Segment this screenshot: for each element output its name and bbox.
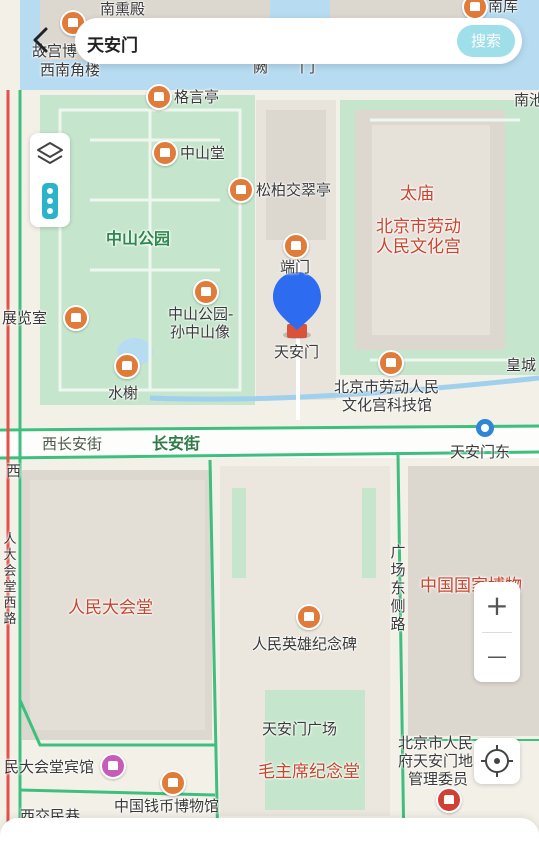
crosshair-icon — [481, 745, 513, 777]
poi-icon[interactable] — [100, 753, 126, 779]
bottom-sheet[interactable] — [0, 818, 539, 851]
search-input[interactable]: 天安门 — [87, 31, 138, 56]
map-label: 北京市劳动 — [376, 217, 461, 237]
poi-icon[interactable] — [63, 305, 89, 331]
back-icon[interactable] — [28, 26, 56, 54]
search-bar[interactable]: 天安门 搜索 — [75, 18, 522, 64]
map-label: 中山堂 — [180, 144, 226, 162]
traffic-icon[interactable] — [30, 179, 70, 225]
map-label: 展览室 — [2, 309, 48, 327]
poi-icon[interactable] — [152, 140, 178, 166]
poi-icon[interactable] — [283, 233, 309, 259]
map-label: 水榭 — [108, 384, 139, 402]
map-label: 松柏交翠亭 — [256, 181, 332, 199]
map-label: 人民大会堂 — [68, 598, 153, 618]
map-label: 端门 — [280, 258, 311, 276]
poi-icon[interactable] — [114, 353, 140, 379]
poi-icon[interactable] — [436, 787, 462, 813]
map-layer-control — [30, 133, 70, 227]
map-label: 民大会堂宾馆 — [4, 758, 95, 776]
poi-icon[interactable] — [193, 279, 219, 305]
map-label: 人大会堂西路 — [3, 532, 17, 627]
map-label: 中国钱币博物馆 — [114, 797, 220, 815]
map-label: 北京市人民 — [398, 734, 474, 752]
map-screen: 南熏殿 南库 故宫博 西南角楼 阙 门 南池 格言亭 中山堂 松柏交翠亭 太庙 … — [0, 0, 539, 851]
map-label: 中山公园 — [106, 229, 171, 248]
layers-icon[interactable] — [30, 133, 70, 179]
map-label: 西南角楼 — [40, 61, 101, 79]
poi-icon[interactable] — [160, 770, 186, 796]
zoom-control: + — — [474, 582, 520, 682]
map-label: 毛主席纪念堂 — [258, 762, 360, 782]
map-label: 格言亭 — [174, 88, 220, 106]
map-label: 天安门东 — [450, 443, 511, 461]
map-label: 西 — [6, 462, 22, 480]
map-label: 西长安街 — [42, 435, 103, 453]
map-label: 太庙 — [400, 184, 434, 204]
map-label: 文化宫科技馆 — [342, 396, 433, 414]
map-label: 南池 — [514, 91, 539, 109]
map-label: 天安门 — [274, 343, 320, 361]
map-label: 天安门广场 — [262, 720, 338, 738]
map-label: 广场东侧路 — [390, 543, 406, 633]
search-button[interactable]: 搜索 — [457, 25, 515, 57]
poi-icon[interactable] — [146, 84, 172, 110]
map-label: 皇城 — [506, 356, 537, 374]
map-label: 中山公园- — [168, 305, 234, 323]
poi-icon[interactable] — [296, 604, 322, 630]
zoom-out-button[interactable]: — — [474, 632, 520, 682]
locate-button[interactable] — [474, 738, 520, 784]
map-label: 孙中山像 — [170, 323, 231, 341]
map-label: 南库 — [488, 0, 519, 15]
map-label: 南熏殿 — [100, 0, 146, 18]
poi-icon[interactable] — [228, 177, 254, 203]
map-label: 管理委员 — [408, 770, 469, 788]
map-label: 人民英雄纪念碑 — [252, 635, 358, 653]
map-label: 府天安门地 — [398, 752, 474, 770]
map-label: 北京市劳动人民 — [334, 378, 440, 396]
map-label: 人民文化宫 — [376, 237, 461, 257]
zoom-divider — [482, 632, 512, 633]
zoom-in-button[interactable]: + — [474, 582, 520, 632]
map-label: 长安街 — [152, 434, 201, 453]
poi-icon[interactable] — [378, 350, 404, 376]
